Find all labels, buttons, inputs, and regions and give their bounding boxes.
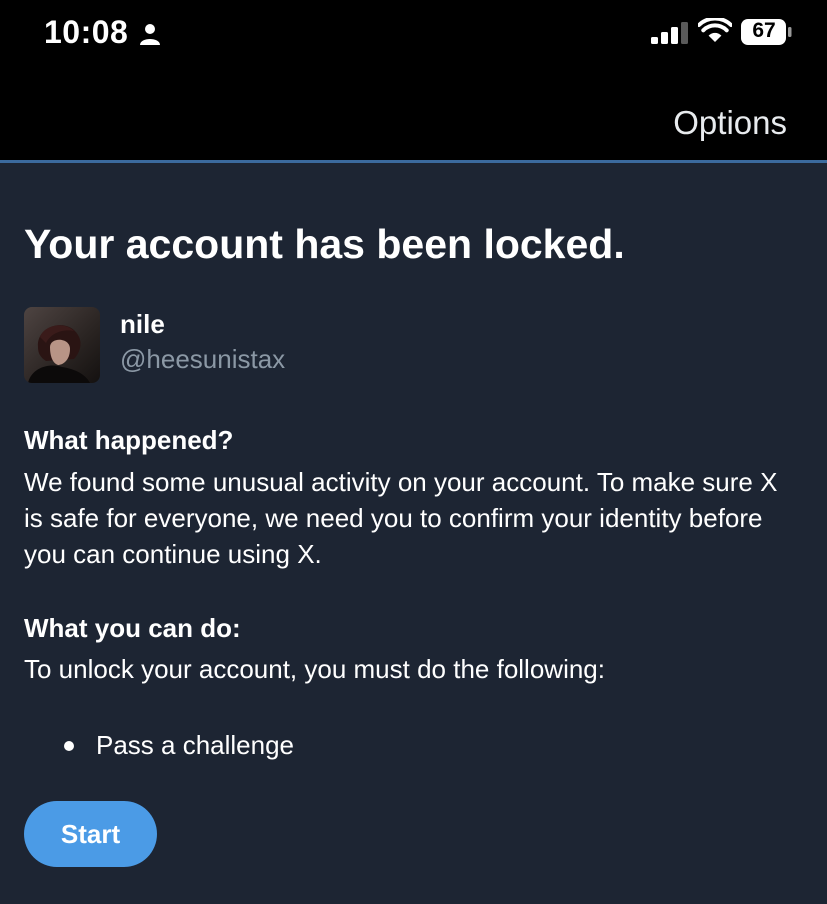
page-title: Your account has been locked.	[24, 221, 625, 267]
what-happened-text: We found some unusual activity on your a…	[24, 467, 778, 569]
what-you-can-do-heading: What you can do:	[24, 613, 241, 643]
top-bar: 10:08 67 Options	[0, 0, 827, 160]
person-icon	[140, 24, 160, 45]
user-name: nile	[120, 309, 165, 339]
status-time: 10:08	[44, 14, 129, 50]
locked-account-screen: 10:08 67 Options Your account has been l…	[0, 0, 827, 904]
required-steps-list: Pass a challenge	[24, 727, 294, 763]
header-divider	[0, 160, 827, 163]
options-button[interactable]: Options	[673, 104, 787, 142]
what-happened-heading: What happened?	[24, 425, 234, 455]
bullet-icon	[64, 741, 74, 751]
cellular-signal-icon	[651, 22, 688, 44]
wifi-icon	[698, 18, 732, 42]
user-handle: @heesunistax	[120, 344, 286, 374]
step-label: Pass a challenge	[96, 730, 295, 760]
list-item: Pass a challenge	[24, 727, 294, 763]
battery-level: 67	[752, 19, 776, 42]
what-you-can-do-text: To unlock your account, you must do the …	[24, 654, 605, 684]
start-button[interactable]: Start	[24, 801, 157, 867]
avatar	[24, 307, 100, 383]
